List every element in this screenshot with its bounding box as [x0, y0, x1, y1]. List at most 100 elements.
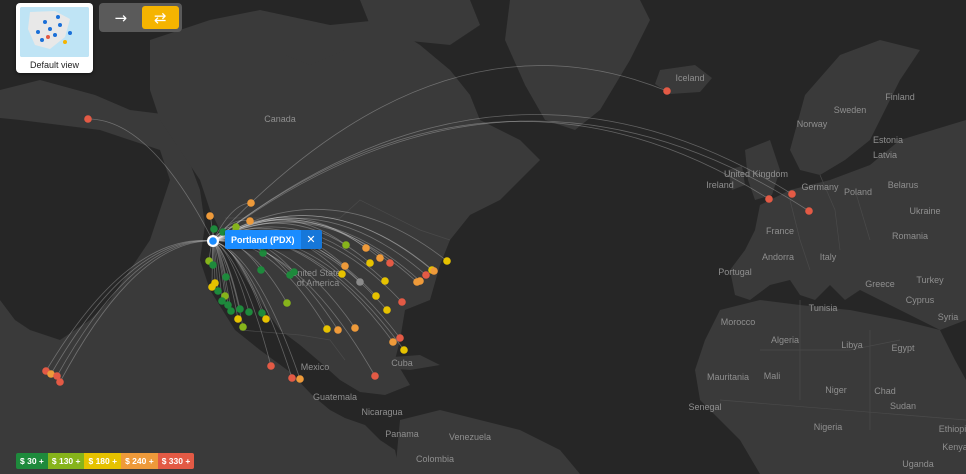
- map-label-algeria: Algeria: [771, 335, 799, 345]
- destination-marker[interactable]: [430, 267, 438, 275]
- map-label-france: France: [766, 226, 794, 236]
- map-label-greece: Greece: [865, 279, 895, 289]
- map-label-finland: Finland: [885, 92, 915, 102]
- map-label-colombia: Colombia: [416, 454, 454, 464]
- map-label-turkey: Turkey: [916, 275, 944, 285]
- destination-marker[interactable]: [262, 315, 270, 323]
- destination-marker[interactable]: [267, 362, 275, 370]
- map-label-ireland: Ireland: [706, 180, 734, 190]
- origin-label: Portland (PDX): [225, 230, 301, 249]
- destination-marker[interactable]: [362, 244, 370, 252]
- map-label-chad: Chad: [874, 386, 896, 396]
- destination-marker[interactable]: [389, 338, 397, 346]
- origin-marker[interactable]: [207, 235, 219, 247]
- destination-marker[interactable]: [210, 225, 218, 233]
- close-icon: ✕: [306, 233, 316, 246]
- destination-marker[interactable]: [56, 378, 64, 386]
- destination-marker[interactable]: [84, 115, 92, 123]
- destination-marker[interactable]: [366, 259, 374, 267]
- destination-marker[interactable]: [765, 195, 773, 203]
- map-label-mauritania: Mauritania: [707, 372, 749, 382]
- destination-marker[interactable]: [371, 372, 379, 380]
- price-legend: $ 30 + $ 130 + $ 180 + $ 240 + $ 330 +: [16, 453, 195, 469]
- close-button[interactable]: ✕: [300, 230, 322, 249]
- map-label-ukraine: Ukraine: [909, 206, 940, 216]
- map-label-poland: Poland: [844, 187, 872, 197]
- destination-marker[interactable]: [288, 374, 296, 382]
- destination-marker[interactable]: [386, 259, 394, 267]
- destination-marker[interactable]: [259, 249, 267, 257]
- destination-marker[interactable]: [257, 266, 265, 274]
- destination-marker[interactable]: [234, 315, 242, 323]
- default-view-label: Default view: [29, 60, 80, 70]
- destination-marker[interactable]: [214, 287, 222, 295]
- destination-marker[interactable]: [356, 278, 364, 286]
- destination-marker[interactable]: [805, 207, 813, 215]
- map-label-norway: Norway: [797, 119, 828, 129]
- destination-marker[interactable]: [413, 278, 421, 286]
- arrow-right-icon: →: [114, 8, 128, 27]
- destination-marker[interactable]: [245, 308, 253, 316]
- map-label-germany: Germany: [801, 182, 839, 192]
- destination-marker[interactable]: [227, 307, 235, 315]
- map-label-belarus: Belarus: [888, 180, 919, 190]
- destination-marker[interactable]: [351, 324, 359, 332]
- map-label-nigeria: Nigeria: [814, 422, 843, 432]
- map-label-mexico: Mexico: [301, 362, 330, 372]
- map-label-romania: Romania: [892, 231, 928, 241]
- destination-marker[interactable]: [341, 262, 349, 270]
- map-label-nicaragua: Nicaragua: [361, 407, 402, 417]
- destination-marker[interactable]: [236, 305, 244, 313]
- round-trip-button[interactable]: ⇄: [141, 6, 179, 29]
- destination-marker[interactable]: [222, 273, 230, 281]
- legend-item: $ 180 +: [84, 453, 122, 469]
- map-label-mali: Mali: [764, 371, 781, 381]
- destination-marker[interactable]: [338, 270, 346, 278]
- destination-marker[interactable]: [398, 298, 406, 306]
- destination-marker[interactable]: [396, 334, 404, 342]
- map-label-united-states-of-america: of America: [297, 278, 340, 288]
- map-label-estonia: Estonia: [873, 135, 903, 145]
- destination-marker[interactable]: [342, 241, 350, 249]
- destination-marker[interactable]: [247, 199, 255, 207]
- destination-marker[interactable]: [209, 261, 217, 269]
- map-label-libya: Libya: [841, 340, 863, 350]
- destination-marker[interactable]: [376, 254, 384, 262]
- destination-marker[interactable]: [206, 212, 214, 220]
- swap-arrows-icon: ⇄: [153, 8, 167, 27]
- route-map[interactable]: Canada United Statesof America Mexico Cuba G…: [0, 0, 966, 474]
- legend-item: $ 130 +: [47, 453, 85, 469]
- map-label-venezuela: Venezuela: [449, 432, 491, 442]
- default-view-thumbnail: [20, 7, 89, 57]
- destination-marker[interactable]: [422, 271, 430, 279]
- legend-item: $ 240 +: [121, 453, 158, 469]
- map-label-iceland: Iceland: [675, 73, 704, 83]
- legend-item: $ 330 +: [157, 453, 195, 469]
- destination-marker[interactable]: [283, 299, 291, 307]
- destination-marker[interactable]: [663, 87, 671, 95]
- destination-marker[interactable]: [296, 375, 304, 383]
- map-label-canada: Canada: [264, 114, 296, 124]
- destination-marker[interactable]: [246, 217, 254, 225]
- map-label-tunisia: Tunisia: [809, 303, 838, 313]
- destination-marker[interactable]: [334, 326, 342, 334]
- legend-item: $ 30 +: [16, 453, 48, 469]
- destination-marker[interactable]: [381, 277, 389, 285]
- map-label-andorra: Andorra: [762, 252, 794, 262]
- destination-marker[interactable]: [788, 190, 796, 198]
- destination-marker[interactable]: [323, 325, 331, 333]
- map-label-sweden: Sweden: [834, 105, 867, 115]
- destination-marker[interactable]: [372, 292, 380, 300]
- map-label-syria: Syria: [938, 312, 959, 322]
- destination-marker[interactable]: [383, 306, 391, 314]
- default-view-button[interactable]: Default view: [16, 3, 93, 73]
- one-way-button[interactable]: →: [102, 6, 140, 29]
- map-label-guatemala: Guatemala: [313, 392, 357, 402]
- destination-marker[interactable]: [290, 268, 298, 276]
- map-label-egypt: Egypt: [891, 343, 915, 353]
- map-label-italy: Italy: [820, 252, 837, 262]
- map-label-senegal: Senegal: [688, 402, 721, 412]
- destination-marker[interactable]: [239, 323, 247, 331]
- destination-marker[interactable]: [443, 257, 451, 265]
- destination-marker[interactable]: [400, 346, 408, 354]
